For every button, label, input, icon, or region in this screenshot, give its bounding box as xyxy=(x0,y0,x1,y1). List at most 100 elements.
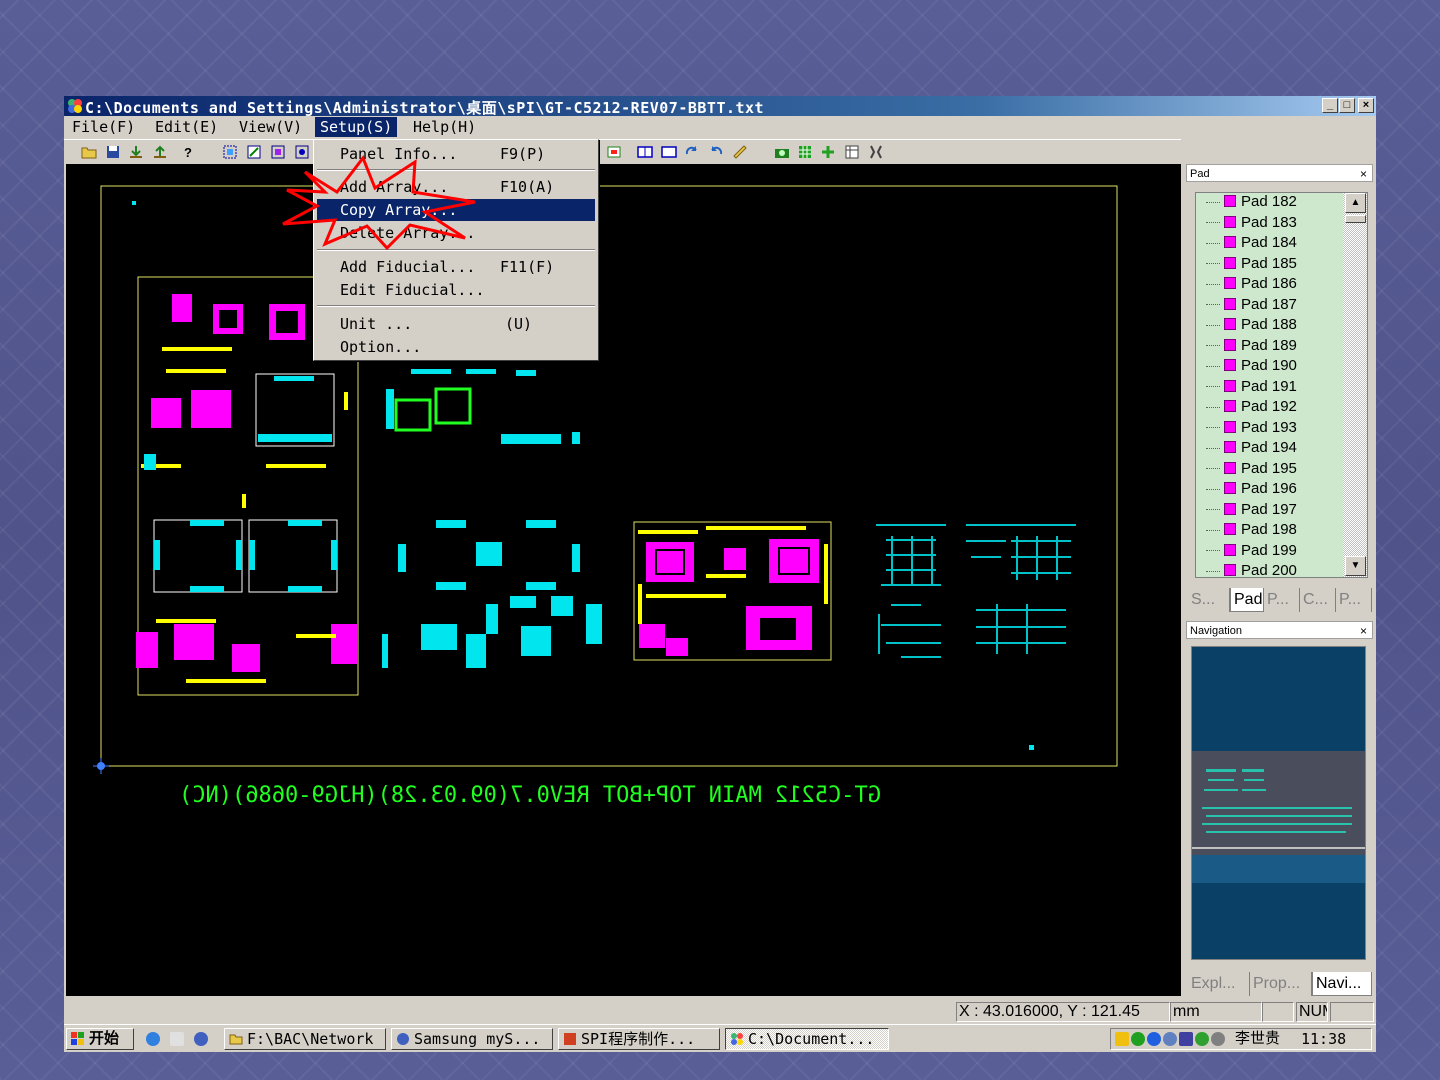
help-icon[interactable]: ? xyxy=(180,144,196,160)
pad-list-item[interactable]: Pad 182 xyxy=(1206,193,1297,212)
title-bar[interactable]: C:\Documents and Settings\Administrator\… xyxy=(64,96,1376,117)
close-button[interactable]: × xyxy=(1358,98,1374,113)
task-current-app[interactable]: C:\Document... xyxy=(725,1028,889,1050)
tray-icon[interactable] xyxy=(1115,1032,1129,1046)
menu-file[interactable]: File(F) xyxy=(67,117,140,137)
close-icon[interactable]: × xyxy=(1360,622,1367,640)
pad-list-item[interactable]: Pad 185 xyxy=(1206,254,1297,274)
tree-connector xyxy=(1206,304,1220,306)
pad-list-item[interactable]: Pad 183 xyxy=(1206,213,1297,233)
pad-list-item[interactable]: Pad 190 xyxy=(1206,356,1297,376)
svg-text:?: ? xyxy=(184,145,192,160)
ruler-icon[interactable] xyxy=(732,144,748,160)
task-network-folder[interactable]: F:\BAC\Network xyxy=(224,1028,386,1050)
draw-icon[interactable] xyxy=(246,144,262,160)
window-title: C:\Documents and Settings\Administrator\… xyxy=(85,99,765,117)
menu-setup[interactable]: Setup(S) xyxy=(315,117,398,137)
undo-icon[interactable] xyxy=(708,144,724,160)
table-icon[interactable] xyxy=(844,144,860,160)
system-tray: 李世贵 11:38 xyxy=(1110,1028,1372,1050)
pad-tree-list[interactable]: Pad 182 Pad 183 Pad 184 Pad 185 Pad 186 Pad 1… xyxy=(1195,192,1368,578)
pad-color-swatch-icon xyxy=(1224,215,1236,228)
redo-icon[interactable] xyxy=(684,144,700,160)
menu-item-unit[interactable]: Unit ... (U) xyxy=(317,313,595,335)
tray-icon[interactable] xyxy=(1131,1032,1145,1046)
pad-list-item[interactable]: Pad 186 xyxy=(1206,274,1297,294)
pad-list-item[interactable]: Pad 188 xyxy=(1206,315,1297,335)
open-folder-icon[interactable] xyxy=(81,144,97,160)
windows-logo-icon xyxy=(71,1032,84,1045)
pad-list-item[interactable]: Pad 193 xyxy=(1206,418,1297,438)
tree-connector xyxy=(1206,447,1220,449)
camera-icon[interactable] xyxy=(774,144,790,160)
pad-list-scrollbar[interactable]: ▲ ▼ xyxy=(1343,193,1367,577)
tab-s[interactable]: S... xyxy=(1188,588,1230,612)
tab-c[interactable]: C... xyxy=(1300,588,1336,612)
tab-properties[interactable]: Prop... xyxy=(1250,972,1312,996)
pad-list-item[interactable]: Pad 187 xyxy=(1206,295,1297,315)
task-samsung[interactable]: Samsung myS... xyxy=(391,1028,553,1050)
component-block xyxy=(639,624,665,648)
menu-separator xyxy=(317,305,595,307)
tab-navigation[interactable]: Navi... xyxy=(1312,972,1372,996)
window-icon[interactable] xyxy=(637,144,653,160)
pad-list-item[interactable]: Pad 192 xyxy=(1206,397,1297,417)
ie-icon[interactable] xyxy=(146,1032,160,1046)
tray-clock[interactable]: 11:38 xyxy=(1301,1029,1346,1049)
panel-view-icon[interactable] xyxy=(661,144,677,160)
navigation-minimap[interactable] xyxy=(1191,646,1366,960)
samsung-app-icon xyxy=(397,1033,409,1045)
pad-list-item[interactable]: Pad 195 xyxy=(1206,459,1297,479)
scroll-down-icon[interactable]: ▼ xyxy=(1345,556,1366,576)
pad-list-item[interactable]: Pad 196 xyxy=(1206,479,1297,499)
pad-list-item[interactable]: Pad 191 xyxy=(1206,377,1297,397)
tray-icon[interactable] xyxy=(1211,1032,1225,1046)
tab-explorer[interactable]: Expl... xyxy=(1188,972,1250,996)
tray-icon[interactable] xyxy=(1195,1032,1209,1046)
pad-list-item[interactable]: Pad 198 xyxy=(1206,520,1297,540)
scroll-up-icon[interactable]: ▲ xyxy=(1345,193,1366,213)
pad-list-item[interactable]: Pad 200 xyxy=(1206,561,1297,577)
pad-list-item[interactable]: Pad 199 xyxy=(1206,541,1297,561)
save-icon[interactable] xyxy=(105,144,121,160)
desktop-icon[interactable] xyxy=(170,1032,184,1046)
pad-color-swatch-icon xyxy=(1224,379,1236,392)
grid-icon[interactable] xyxy=(797,144,813,160)
tab-p1[interactable]: P... xyxy=(1264,588,1300,612)
pad-list-item[interactable]: Pad 194 xyxy=(1206,438,1297,458)
fit-view-icon[interactable] xyxy=(606,144,622,160)
start-button[interactable]: 开始 xyxy=(66,1028,134,1050)
menu-item-add-fiducial[interactable]: Add Fiducial... F11(F) xyxy=(317,256,595,278)
menu-item-edit-fiducial[interactable]: Edit Fiducial... xyxy=(317,279,595,301)
import-icon[interactable] xyxy=(128,144,144,160)
select-icon[interactable] xyxy=(222,144,238,160)
menu-view[interactable]: View(V) xyxy=(234,117,307,137)
scroll-thumb[interactable] xyxy=(1345,215,1366,223)
pad-list-item[interactable]: Pad 197 xyxy=(1206,500,1297,520)
menu-item-option[interactable]: Option... xyxy=(317,336,595,358)
component-block xyxy=(666,638,688,656)
tab-pad[interactable]: Pad xyxy=(1230,588,1264,612)
tray-icon[interactable] xyxy=(1163,1032,1177,1046)
pad-list-item[interactable]: Pad 189 xyxy=(1206,336,1297,356)
close-icon[interactable]: × xyxy=(1360,165,1367,183)
menu-edit[interactable]: Edit(E) xyxy=(150,117,223,137)
export-icon[interactable] xyxy=(152,144,168,160)
pad-list-item[interactable]: Pad 184 xyxy=(1206,233,1297,253)
navigation-panel-tabs: Expl... Prop... Navi... xyxy=(1186,972,1373,998)
minimize-button[interactable]: _ xyxy=(1322,98,1338,113)
tools-icon[interactable] xyxy=(868,144,884,160)
tray-icon[interactable] xyxy=(1147,1032,1161,1046)
maximize-button[interactable]: □ xyxy=(1339,98,1355,113)
tray-icon[interactable] xyxy=(1179,1032,1193,1046)
menu-help[interactable]: Help(H) xyxy=(408,117,481,137)
tree-connector xyxy=(1206,324,1220,326)
add-icon[interactable] xyxy=(820,144,836,160)
status-cell xyxy=(1262,1002,1294,1022)
tray-username: 李世贵 xyxy=(1235,1030,1281,1047)
task-spi-doc[interactable]: SPI程序制作... xyxy=(558,1028,720,1050)
minimap-drawing xyxy=(1192,751,1365,883)
cad-canvas[interactable]: GT-C5212 MAIN TOP+BOT REV0.7(09.03.28)(H… xyxy=(66,164,1181,996)
app-shortcut-icon[interactable] xyxy=(194,1032,208,1046)
tab-p2[interactable]: P... xyxy=(1336,588,1372,612)
